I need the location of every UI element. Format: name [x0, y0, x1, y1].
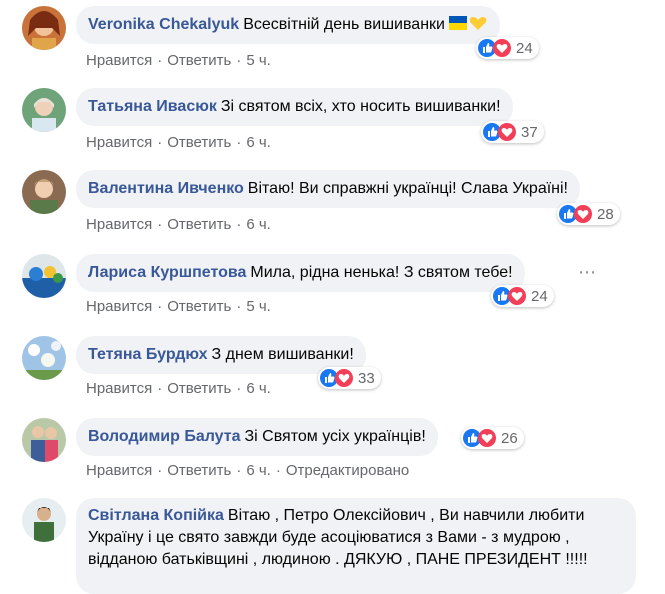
comment-bubble: Лариса Куршпетова Мила, рідна ненька! З с… — [76, 254, 525, 292]
comment-actions: Нравится · Ответить · 6 ч. — [86, 380, 271, 397]
comment-time[interactable]: 6 ч. — [246, 216, 271, 233]
heart-icon — [574, 205, 592, 223]
separator: · — [275, 462, 281, 479]
separator: · — [236, 52, 242, 69]
comment-author[interactable]: Лариса Куршпетова — [88, 264, 246, 281]
comment-text: Всесвітній день вишиванки — [243, 16, 445, 33]
reaction-count: 37 — [521, 123, 538, 141]
reaction-summary[interactable]: 24 — [491, 285, 554, 307]
comment-time[interactable]: 6 ч. — [246, 462, 271, 479]
heart-icon — [498, 123, 516, 141]
reaction-count: 26 — [501, 429, 518, 447]
comment-text: Зі Святом усіх українців! — [244, 428, 426, 445]
comment-author[interactable]: Татьяна Ивасюк — [88, 98, 217, 115]
like-link[interactable]: Нравится — [86, 462, 152, 479]
reply-link[interactable]: Ответить — [167, 462, 231, 479]
avatar[interactable] — [22, 498, 66, 542]
like-link[interactable]: Нравится — [86, 216, 152, 233]
comment-author[interactable]: Світлана Копійка — [88, 507, 224, 524]
heart-icon — [478, 429, 496, 447]
reaction-summary[interactable]: 33 — [318, 367, 381, 389]
heart-icon — [493, 39, 511, 57]
comment-text: Мила, рідна ненька! З святом тебе! — [250, 264, 513, 281]
comment-time[interactable]: 5 ч. — [246, 298, 271, 315]
ua-flag-and-yellow-heart-icon — [448, 14, 488, 39]
comment-text: Зі святом всіх, хто носить вишиванки! — [220, 98, 501, 115]
separator: · — [236, 216, 242, 233]
heart-icon — [335, 369, 353, 387]
comment-time[interactable]: 6 ч. — [246, 380, 271, 397]
separator: · — [157, 462, 163, 479]
comment-author[interactable]: Veronika Chekalyuk — [88, 16, 239, 33]
comment-bubble: Veronika Chekalyuk Всесвітній день вишива… — [76, 6, 500, 44]
reaction-count: 28 — [597, 205, 614, 223]
comment-actions: Нравится · Ответить · 5 ч. — [86, 52, 271, 69]
comment-actions: Нравится · Ответить · 6 ч. · Отредактировано — [86, 462, 409, 479]
separator: · — [157, 134, 163, 151]
like-link[interactable]: Нравится — [86, 134, 152, 151]
reaction-summary[interactable]: 24 — [476, 37, 539, 59]
reply-link[interactable]: Ответить — [167, 298, 231, 315]
separator: · — [236, 298, 242, 315]
reply-link[interactable]: Ответить — [167, 134, 231, 151]
avatar[interactable] — [22, 254, 66, 298]
comment-author[interactable]: Володимир Балута — [88, 428, 241, 445]
more-options-icon[interactable]: ⋯ — [578, 262, 597, 283]
comment-text: З днем вишиванки! — [211, 346, 354, 363]
reply-link[interactable]: Ответить — [167, 216, 231, 233]
edited-label[interactable]: Отредактировано — [286, 462, 409, 479]
avatar[interactable] — [22, 88, 66, 132]
like-link[interactable]: Нравится — [86, 298, 152, 315]
comment-author[interactable]: Валентина Ивченко — [88, 180, 244, 197]
comment-text: Вітаю! Ви справжні українці! Слава Украї… — [247, 180, 568, 197]
comment-bubble: Світлана Копійка Вітаю , Петро Олексійови… — [76, 498, 636, 594]
avatar[interactable] — [22, 418, 66, 462]
avatar[interactable] — [22, 6, 66, 50]
reaction-count: 24 — [516, 39, 533, 57]
comment-time[interactable]: 5 ч. — [246, 52, 271, 69]
like-link[interactable]: Нравится — [86, 380, 152, 397]
comment-time[interactable]: 6 ч. — [246, 134, 271, 151]
separator: · — [236, 380, 242, 397]
reaction-summary[interactable]: 37 — [481, 121, 544, 143]
heart-icon — [508, 287, 526, 305]
reaction-summary[interactable]: 26 — [461, 427, 524, 449]
separator: · — [236, 134, 242, 151]
separator: · — [157, 52, 163, 69]
reply-link[interactable]: Ответить — [167, 380, 231, 397]
comment-bubble: Валентина Ивченко Вітаю! Ви справжні укра… — [76, 170, 580, 208]
reply-link[interactable]: Ответить — [167, 52, 231, 69]
like-link[interactable]: Нравится — [86, 52, 152, 69]
avatar[interactable] — [22, 336, 66, 380]
separator: · — [157, 298, 163, 315]
separator: · — [157, 380, 163, 397]
comment-bubble: Татьяна Ивасюк Зі святом всіх, хто носить… — [76, 88, 513, 126]
separator: · — [236, 462, 242, 479]
comment-actions: Нравится · Ответить · 5 ч. — [86, 298, 271, 315]
comment-author[interactable]: Тетяна Бурдюх — [88, 346, 208, 363]
reaction-count: 33 — [358, 369, 375, 387]
avatar[interactable] — [22, 170, 66, 214]
reaction-count: 24 — [531, 287, 548, 305]
reaction-summary[interactable]: 28 — [557, 203, 620, 225]
comment-bubble: Володимир Балута Зі Святом усіх українців… — [76, 418, 438, 456]
comment-actions: Нравится · Ответить · 6 ч. — [86, 216, 271, 233]
comment-actions: Нравится · Ответить · 6 ч. — [86, 134, 271, 151]
separator: · — [157, 216, 163, 233]
